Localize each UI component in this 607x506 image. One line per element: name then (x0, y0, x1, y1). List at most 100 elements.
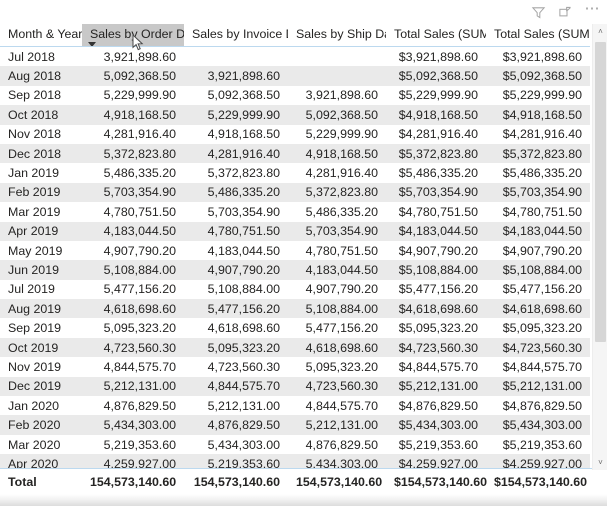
cell-sales-by-order-date[interactable]: 5,092,368.50 (82, 66, 184, 86)
cell-month-year[interactable]: Feb 2020 (0, 415, 82, 435)
cell-total-sales-sumx[interactable]: $4,844,575.70 (486, 357, 590, 377)
cell-month-year[interactable]: Mar 2019 (0, 202, 82, 222)
cell-sales-by-order-date[interactable]: 4,780,751.50 (82, 202, 184, 222)
table-row[interactable]: Sep 2019 5,095,323.20 4,618,698.60 5,477,15… (0, 318, 590, 338)
column-header-sales-by-order-date[interactable]: Sales by Order Date (82, 24, 184, 47)
cell-month-year[interactable]: Nov 2018 (0, 124, 82, 144)
cell-total-sales-sumx[interactable]: $5,219,353.60 (486, 434, 590, 455)
cell-month-year[interactable]: Aug 2018 (0, 66, 82, 86)
table-row[interactable]: Dec 2018 5,372,823.80 4,281,916.40 4,918,16… (0, 143, 590, 164)
cell-sales-by-order-date[interactable]: 5,477,156.20 (82, 279, 184, 300)
cell-sales-by-ship-date[interactable]: 4,876,829.50 (288, 434, 386, 455)
cell-sales-by-ship-date[interactable]: 5,212,131.00 (288, 415, 386, 435)
cell-total-sales-sumx[interactable]: $5,212,131.00 (486, 376, 590, 397)
cell-sales-by-invoice-date[interactable]: 4,723,560.30 (184, 357, 288, 377)
table-row[interactable]: Jan 2020 4,876,829.50 5,212,131.00 4,844,57… (0, 396, 590, 416)
cell-sales-by-order-date[interactable]: 5,212,131.00 (82, 376, 184, 397)
cell-sales-by-order-date[interactable]: 5,095,323.20 (82, 318, 184, 338)
cell-sales-by-order-date[interactable]: 5,703,354.90 (82, 182, 184, 203)
cell-total-sales-sumx[interactable]: $5,092,368.50 (486, 66, 590, 86)
cell-total-sales-sumx[interactable]: $5,229,999.90 (486, 85, 590, 106)
cell-sales-by-invoice-date[interactable]: 4,907,790.20 (184, 260, 288, 280)
scroll-up-icon[interactable]: ˄ (593, 24, 607, 39)
cell-total-sales-sumx[interactable]: $5,108,884.00 (486, 260, 590, 280)
cell-total-sales-sum[interactable]: $5,108,884.00 (386, 260, 486, 280)
cell-sales-by-order-date[interactable]: 5,219,353.60 (82, 434, 184, 455)
table-row[interactable]: Dec 2019 5,212,131.00 4,844,575.70 4,723,56… (0, 376, 590, 397)
cell-sales-by-invoice-date[interactable]: 5,434,303.00 (184, 434, 288, 455)
cell-sales-by-invoice-date[interactable]: 4,918,168.50 (184, 124, 288, 144)
cell-sales-by-ship-date[interactable]: 4,907,790.20 (288, 279, 386, 300)
table-row[interactable]: Jul 2019 5,477,156.20 5,108,884.00 4,907,79… (0, 279, 590, 300)
cell-total-sales-sumx[interactable]: $5,477,156.20 (486, 279, 590, 300)
vertical-scrollbar[interactable]: ˄ ˅ (592, 24, 607, 470)
table-row[interactable]: Jun 2019 5,108,884.00 4,907,790.20 4,183,04… (0, 260, 590, 280)
cell-month-year[interactable]: Dec 2019 (0, 376, 82, 397)
cell-sales-by-ship-date[interactable] (288, 66, 386, 86)
cell-sales-by-order-date[interactable]: 4,907,790.20 (82, 240, 184, 261)
table-row[interactable]: Oct 2019 4,723,560.30 5,095,323.20 4,618,69… (0, 337, 590, 358)
table-row[interactable]: Feb 2020 5,434,303.00 4,876,829.50 5,212,13… (0, 415, 590, 435)
cell-sales-by-order-date[interactable]: 4,183,044.50 (82, 221, 184, 241)
cell-month-year[interactable]: Jul 2019 (0, 279, 82, 300)
table-row[interactable]: Jul 2018 3,921,898.60 $3,921,898.60 $3,921,… (0, 46, 590, 67)
cell-sales-by-ship-date[interactable] (288, 46, 386, 67)
table-row[interactable]: Sep 2018 5,229,999.90 5,092,368.50 3,921,89… (0, 85, 590, 106)
cell-total-sales-sumx[interactable]: $3,921,898.60 (486, 46, 590, 67)
cell-month-year[interactable]: Oct 2019 (0, 337, 82, 358)
cell-total-sales-sum[interactable]: $5,229,999.90 (386, 85, 486, 106)
cell-sales-by-order-date[interactable]: 4,844,575.70 (82, 357, 184, 377)
cell-sales-by-invoice-date[interactable] (184, 46, 288, 67)
column-header-sales-by-ship-date[interactable]: Sales by Ship Date (288, 24, 386, 47)
cell-total-sales-sum[interactable]: $5,212,131.00 (386, 376, 486, 397)
table-row[interactable]: May 2019 4,907,790.20 4,183,044.50 4,780,75… (0, 240, 590, 261)
table-row[interactable]: Aug 2018 5,092,368.50 3,921,898.60 $5,092,3… (0, 66, 590, 86)
table-row[interactable]: Mar 2020 5,219,353.60 5,434,303.00 4,876,82… (0, 434, 590, 455)
cell-total-sales-sumx[interactable]: $4,918,168.50 (486, 105, 590, 125)
cell-sales-by-order-date[interactable]: 5,434,303.00 (82, 415, 184, 435)
cell-sales-by-invoice-date[interactable]: 5,477,156.20 (184, 299, 288, 319)
scrollbar-thumb[interactable] (595, 42, 606, 342)
cell-sales-by-order-date[interactable]: 4,876,829.50 (82, 396, 184, 416)
cell-sales-by-invoice-date[interactable]: 5,212,131.00 (184, 396, 288, 416)
table-row[interactable]: Aug 2019 4,618,698.60 5,477,156.20 5,108,88… (0, 299, 590, 319)
cell-month-year[interactable]: Nov 2019 (0, 357, 82, 377)
table-scroll-region[interactable]: Month & Year Sales by Order Date Sales b… (0, 24, 607, 494)
cell-total-sales-sum[interactable]: $5,092,368.50 (386, 66, 486, 86)
cell-sales-by-invoice-date[interactable]: 5,229,999.90 (184, 105, 288, 125)
cell-sales-by-order-date[interactable]: 5,229,999.90 (82, 85, 184, 106)
table-row[interactable]: Mar 2019 4,780,751.50 5,703,354.90 5,486,33… (0, 202, 590, 222)
cell-total-sales-sum[interactable]: $4,723,560.30 (386, 337, 486, 358)
cell-sales-by-ship-date[interactable]: 4,918,168.50 (288, 143, 386, 164)
cell-sales-by-invoice-date[interactable]: 5,703,354.90 (184, 202, 288, 222)
cell-month-year[interactable]: Oct 2018 (0, 105, 82, 125)
cell-month-year[interactable]: Jul 2018 (0, 46, 82, 67)
cell-sales-by-ship-date[interactable]: 5,108,884.00 (288, 299, 386, 319)
column-header-month-year[interactable]: Month & Year (0, 24, 82, 47)
cell-sales-by-invoice-date[interactable]: 4,618,698.60 (184, 318, 288, 338)
more-options-icon[interactable]: ⋯ (584, 1, 601, 24)
cell-sales-by-order-date[interactable]: 5,372,823.80 (82, 143, 184, 164)
cell-sales-by-invoice-date[interactable]: 5,092,368.50 (184, 85, 288, 106)
cell-sales-by-ship-date[interactable]: 5,372,823.80 (288, 182, 386, 203)
cell-total-sales-sum[interactable]: $4,618,698.60 (386, 299, 486, 319)
cell-month-year[interactable]: Sep 2018 (0, 85, 82, 106)
cell-total-sales-sumx[interactable]: $4,183,044.50 (486, 221, 590, 241)
cell-total-sales-sumx[interactable]: $5,095,323.20 (486, 318, 590, 338)
cell-total-sales-sum[interactable]: $3,921,898.60 (386, 46, 486, 67)
cell-total-sales-sum[interactable]: $5,434,303.00 (386, 415, 486, 435)
cell-sales-by-invoice-date[interactable]: 4,281,916.40 (184, 143, 288, 164)
cell-month-year[interactable]: Mar 2020 (0, 434, 82, 455)
cell-sales-by-order-date[interactable]: 4,723,560.30 (82, 337, 184, 358)
cell-total-sales-sumx[interactable]: $4,780,751.50 (486, 202, 590, 222)
cell-sales-by-invoice-date[interactable]: 4,780,751.50 (184, 221, 288, 241)
cell-sales-by-order-date[interactable]: 5,486,335.20 (82, 163, 184, 183)
cell-total-sales-sumx[interactable]: $5,434,303.00 (486, 415, 590, 435)
cell-sales-by-ship-date[interactable]: 5,095,323.20 (288, 357, 386, 377)
cell-month-year[interactable]: Jan 2020 (0, 396, 82, 416)
cell-total-sales-sum[interactable]: $4,281,916.40 (386, 124, 486, 144)
cell-sales-by-ship-date[interactable]: 4,618,698.60 (288, 337, 386, 358)
scroll-down-icon[interactable]: ˅ (593, 455, 607, 470)
cell-total-sales-sumx[interactable]: $4,618,698.60 (486, 299, 590, 319)
cell-sales-by-invoice-date[interactable]: 4,844,575.70 (184, 376, 288, 397)
